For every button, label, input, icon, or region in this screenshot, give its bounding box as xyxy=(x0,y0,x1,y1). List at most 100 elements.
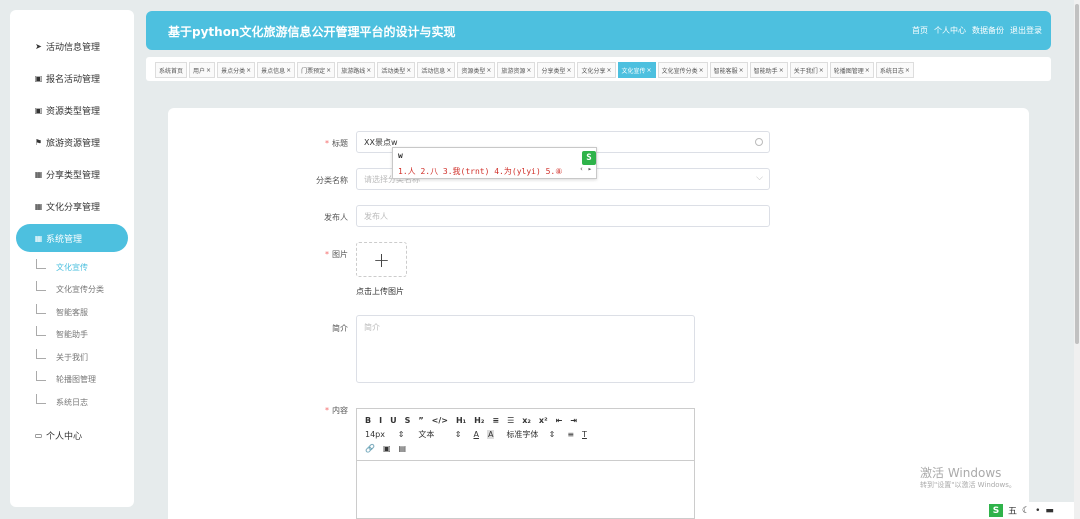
sidebar-subitem-assistant[interactable]: 智能助手 xyxy=(36,326,88,342)
profile-link[interactable]: 个人中心 xyxy=(934,25,966,36)
tab-12[interactable]: 文化宣传 × xyxy=(617,62,656,78)
h2-button[interactable]: H₂ xyxy=(474,416,484,425)
ime-page-arrows[interactable]: ‹ ▸ xyxy=(579,165,592,173)
close-icon[interactable]: × xyxy=(607,67,612,74)
close-icon[interactable]: × xyxy=(526,67,531,74)
tab-11[interactable]: 文化分享 × xyxy=(577,62,616,78)
tab-13[interactable]: 文化宣传分类 × xyxy=(657,62,708,78)
sidebar-item-activity-info[interactable]: ➤ 活动信息管理 xyxy=(16,32,128,60)
sidebar-item-system[interactable]: ▦ 系统管理 xyxy=(16,224,128,252)
ordered-list-button[interactable]: ≡ xyxy=(492,416,499,425)
font-color-button[interactable]: A xyxy=(473,430,478,439)
sidebar-subitem-syslog[interactable]: 系统日志 xyxy=(36,394,88,410)
video-icon[interactable]: ▤ xyxy=(399,444,407,453)
quote-button[interactable]: ” xyxy=(418,416,423,425)
tab-4[interactable]: 门票预定 × xyxy=(297,62,336,78)
sidebar-subitem-carousel[interactable]: 轮播图管理 xyxy=(36,371,96,387)
activation-watermark-hint: 转到"设置"以激活 Windows。 xyxy=(920,481,1016,489)
tab-10[interactable]: 分享类型 × xyxy=(537,62,576,78)
publisher-field[interactable]: 发布人 xyxy=(356,205,770,227)
tab-3[interactable]: 景点信息 × xyxy=(257,62,296,78)
tab-1[interactable]: 用户 × xyxy=(189,62,216,78)
tab-2[interactable]: 景点分类 × xyxy=(217,62,256,78)
top-header: 基于python文化旅游信息公开管理平台的设计与实现 首页 个人中心 数据备份 … xyxy=(146,11,1051,50)
close-icon[interactable]: × xyxy=(206,67,211,74)
intro-textarea[interactable]: 简介 xyxy=(356,315,695,383)
bg-color-button[interactable]: A xyxy=(486,429,495,439)
close-icon[interactable]: × xyxy=(739,67,744,74)
backup-link[interactable]: 数据备份 xyxy=(972,25,1004,36)
tab-17[interactable]: 轮播图管理 × xyxy=(829,62,874,78)
tab-15[interactable]: 智能助手 × xyxy=(749,62,788,78)
subscript-button[interactable]: x₂ xyxy=(522,416,531,425)
clear-format-icon[interactable]: T xyxy=(582,430,587,439)
close-icon[interactable]: × xyxy=(819,67,824,74)
rich-text-editor[interactable]: B I U S ” </> H₁ H₂ ≡ ☰ x₂ x² ⇤ ⇥ 14px ⇕ 文本 ⇕ A A 标准字… xyxy=(356,408,695,519)
close-icon[interactable]: × xyxy=(779,67,784,74)
logout-link[interactable]: 退出登录 xyxy=(1010,25,1042,36)
close-icon[interactable]: × xyxy=(366,67,371,74)
close-icon[interactable]: × xyxy=(566,67,571,74)
sidebar-subitem-culture-promo-category[interactable]: 文化宣传分类 xyxy=(36,281,104,297)
close-icon[interactable]: × xyxy=(246,67,251,74)
ime-mode[interactable]: 五 xyxy=(1008,504,1017,517)
font-family-select[interactable]: 标准字体 ⇕ xyxy=(506,429,555,440)
ime-candidate-window[interactable]: w 1.人 2.八 3.我(trnt) 4.为(ylyi) 5.⑧ S ‹ ▸ xyxy=(392,147,597,179)
ime-tray[interactable]: S 五 ☾ • ▬ xyxy=(985,502,1080,519)
sidebar-item-travel-resource[interactable]: ⚑ 旅游资源管理 xyxy=(16,128,128,156)
clear-icon[interactable] xyxy=(755,138,763,146)
page-scrollbar[interactable] xyxy=(1074,0,1080,519)
tab-6[interactable]: 活动类型 × xyxy=(377,62,416,78)
image-upload-button[interactable]: + xyxy=(356,242,407,277)
image-icon[interactable]: ▣ xyxy=(383,444,391,453)
sidebar-item-profile[interactable]: ▭ 个人中心 xyxy=(16,421,128,449)
superscript-button[interactable]: x² xyxy=(539,416,548,425)
tab-5[interactable]: 旅游路线 × xyxy=(337,62,376,78)
close-icon[interactable]: × xyxy=(905,67,910,74)
tab-8[interactable]: 资源类型 × xyxy=(457,62,496,78)
tab-16[interactable]: 关于我们 × xyxy=(789,62,828,78)
tab-14[interactable]: 智能客服 × xyxy=(709,62,748,78)
tab-18[interactable]: 系统日志 × xyxy=(875,62,914,78)
bold-button[interactable]: B xyxy=(365,416,371,425)
sidebar-subitem-customer-service[interactable]: 智能客服 xyxy=(36,304,88,320)
close-icon[interactable]: × xyxy=(446,67,451,74)
italic-button[interactable]: I xyxy=(379,416,382,425)
keyboard-icon[interactable]: ▬ xyxy=(1045,506,1054,516)
tab-0[interactable]: 系统首页 xyxy=(155,62,188,78)
home-link[interactable]: 首页 xyxy=(912,25,928,36)
sidebar-item-share-type[interactable]: ▦ 分享类型管理 xyxy=(16,160,128,188)
tab-7[interactable]: 活动信息 × xyxy=(417,62,456,78)
grid-icon: ▦ xyxy=(34,169,43,179)
close-icon[interactable]: × xyxy=(486,67,491,74)
h1-button[interactable]: H₁ xyxy=(456,416,466,425)
close-icon[interactable]: × xyxy=(326,67,331,74)
moon-icon[interactable]: ☾ xyxy=(1022,506,1030,516)
font-size-select[interactable]: 14px ⇕ xyxy=(365,430,404,439)
close-icon[interactable]: × xyxy=(699,67,704,74)
sidebar-subitem-culture-promo[interactable]: 文化宣传 xyxy=(36,259,88,275)
close-icon[interactable]: × xyxy=(647,67,652,74)
close-icon[interactable]: × xyxy=(406,67,411,74)
bullet-list-button[interactable]: ☰ xyxy=(507,416,514,425)
align-icon[interactable]: ≡ xyxy=(567,430,574,439)
sidebar-item-signup[interactable]: ▣ 报名活动管理 xyxy=(16,64,128,92)
link-icon[interactable]: 🔗 xyxy=(365,444,375,453)
content-label: * 内容 xyxy=(325,406,348,415)
outdent-button[interactable]: ⇤ xyxy=(556,416,563,425)
underline-button[interactable]: U xyxy=(390,416,397,425)
font-type-select[interactable]: 文本 ⇕ xyxy=(418,429,461,440)
sidebar-item-label: 系统管理 xyxy=(46,234,83,245)
close-icon[interactable]: × xyxy=(286,67,291,74)
strike-button[interactable]: S xyxy=(405,416,411,425)
indent-button[interactable]: ⇥ xyxy=(570,416,577,425)
sidebar-item-resource-type[interactable]: ▣ 资源类型管理 xyxy=(16,96,128,124)
sidebar-subitem-about[interactable]: 关于我们 xyxy=(36,349,88,365)
dot-icon[interactable]: • xyxy=(1035,506,1040,516)
tab-9[interactable]: 旅游资源 × xyxy=(497,62,536,78)
sidebar-item-label: 报名活动管理 xyxy=(46,74,101,85)
code-button[interactable]: </> xyxy=(432,416,448,425)
close-icon[interactable]: × xyxy=(865,67,870,74)
ime-candidates[interactable]: 1.人 2.八 3.我(trnt) 4.为(ylyi) 5.⑧ xyxy=(398,166,562,177)
sidebar-item-culture-share[interactable]: ▦ 文化分享管理 xyxy=(16,192,128,220)
